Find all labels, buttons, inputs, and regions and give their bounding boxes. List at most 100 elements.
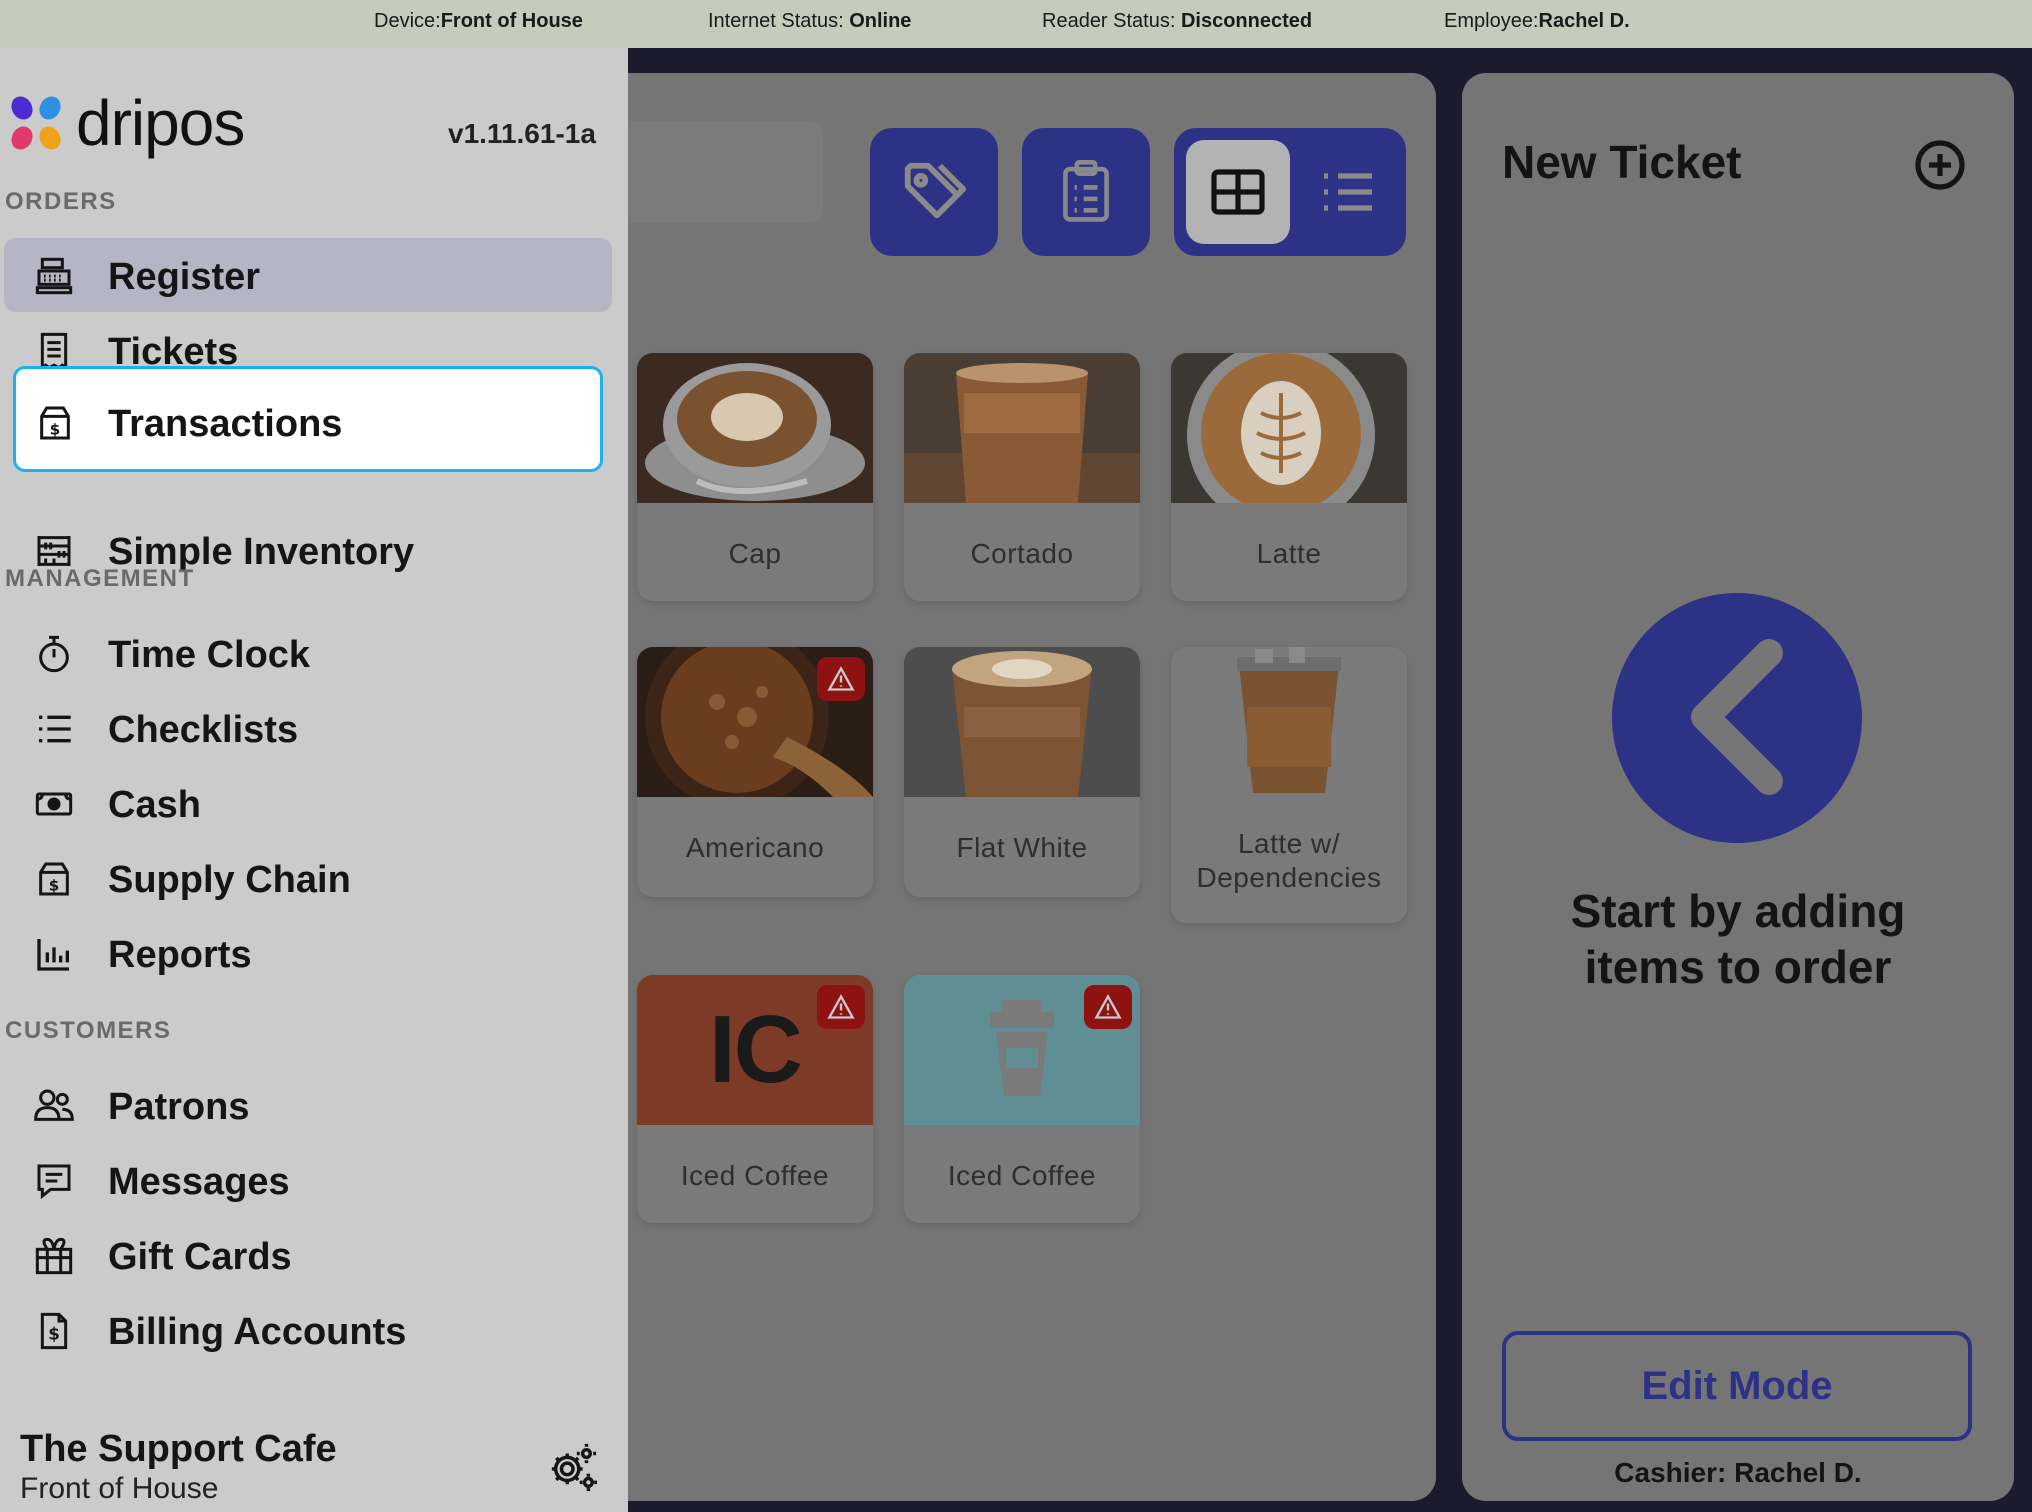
sidebar-item-label: Patrons: [108, 1086, 250, 1128]
sidebar-item-register[interactable]: Register: [4, 238, 612, 312]
product-name: Americano: [685, 832, 825, 863]
app-version: v1.11.61-1a: [448, 118, 596, 149]
warning-icon: [827, 994, 855, 1019]
ticket-title: New Ticket: [1502, 136, 1742, 188]
sidebar-item-label: Checklists: [108, 709, 299, 751]
flat-white-image: [904, 647, 1140, 797]
iced-coffee-cup-image: [904, 975, 1140, 1125]
ticket-panel: New Ticket Start by adding items to orde…: [1462, 73, 2014, 1501]
products-panel: Cap Cortado Latte Americano Flat White L…: [628, 73, 1436, 1501]
device-status: Device:Front of House: [374, 10, 583, 32]
warning-badge: [1084, 985, 1132, 1029]
warning-icon: [1094, 994, 1122, 1019]
grid-icon: [1211, 169, 1265, 215]
edit-mode-button[interactable]: Edit Mode: [1502, 1331, 1972, 1441]
brand-name: dripos: [76, 87, 245, 159]
product-name: Latte: [1256, 538, 1322, 569]
grid-view-button[interactable]: [1186, 140, 1290, 244]
warning-badge: [817, 657, 865, 701]
clipboard-icon: [1063, 160, 1109, 222]
logo-icon: [11, 96, 61, 150]
svg-text:$: $: [48, 1324, 60, 1343]
tag-icon: [904, 162, 967, 219]
dripos-logo: dripos: [8, 86, 245, 160]
ic-initials: IC: [709, 996, 803, 1103]
section-customers: CUSTOMERS: [5, 1017, 172, 1044]
empty-ticket-message: Start by adding items to order: [1570, 885, 1906, 993]
sidebar-item-label: Billing Accounts: [108, 1311, 407, 1353]
americano-image: [637, 647, 873, 797]
sidebar-item-checklists[interactable]: Checklists: [4, 691, 612, 765]
sidebar-item-patrons[interactable]: Patrons: [4, 1068, 612, 1142]
sidebar-item-supply-chain[interactable]: $ Supply Chain: [4, 841, 612, 915]
product-tile-cap[interactable]: Cap: [637, 353, 873, 601]
sidebar-item-cash[interactable]: Cash: [4, 766, 612, 840]
list-view-button[interactable]: [1302, 140, 1394, 244]
section-orders: ORDERS: [5, 188, 117, 215]
product-name: Cortado: [970, 538, 1074, 569]
list-icon: [39, 715, 71, 743]
gift-icon: [35, 1237, 73, 1275]
product-tile-americano[interactable]: Americano: [637, 647, 873, 897]
banknote-icon: [35, 792, 73, 816]
view-toggle: [1174, 128, 1406, 256]
product-tile-cortado[interactable]: Cortado: [904, 353, 1140, 601]
sidebar: dripos v1.11.61-1a ORDERS Register Ticke…: [0, 48, 628, 1512]
cash-register-icon: [35, 257, 73, 295]
add-circle-icon[interactable]: [1914, 139, 1966, 191]
coffee-cup-icon: [990, 1000, 1054, 1096]
section-management: MANAGEMENT: [5, 565, 195, 592]
sidebar-item-label: Supply Chain: [108, 859, 351, 901]
sidebar-item-time-clock[interactable]: Time Clock: [4, 616, 612, 690]
sidebar-item-label: Register: [108, 256, 261, 298]
warning-icon: [827, 666, 855, 691]
reader-status: Reader Status: Disconnected: [1042, 10, 1313, 32]
list-icon: [1324, 173, 1372, 211]
chevron-left-icon: [1691, 639, 1783, 795]
stopwatch-icon: [39, 635, 69, 673]
warning-badge: [817, 985, 865, 1029]
sidebar-item-label: Time Clock: [108, 634, 311, 676]
cap-image: [637, 353, 873, 503]
product-tile-iced-coffee-ic[interactable]: IC Iced Coffee: [637, 975, 873, 1223]
receipt-icon: [40, 332, 68, 371]
latte-dependencies-image: [1171, 647, 1407, 797]
product-name: Flat White: [956, 832, 1088, 863]
product-name: Cap: [728, 538, 782, 569]
cortado-image: [904, 353, 1140, 503]
sidebar-item-label: Gift Cards: [108, 1236, 292, 1278]
iced-coffee-ic-image: IC: [637, 975, 873, 1125]
discount-button[interactable]: [870, 128, 998, 256]
sidebar-item-messages[interactable]: Messages: [4, 1143, 612, 1217]
latte-image: [1171, 353, 1407, 503]
cafe-name: The Support Cafe: [20, 1428, 337, 1470]
sidebar-item-transactions[interactable]: $ Transactions: [13, 366, 603, 472]
internet-status: Internet Status: Online: [708, 10, 912, 32]
status-bar: Device:Front of House Internet Status: O…: [0, 0, 2032, 48]
svg-text:$: $: [50, 421, 60, 439]
cashier-label: Cashier: Rachel D.: [1614, 1457, 1862, 1488]
sidebar-item-label: Messages: [108, 1161, 290, 1203]
product-name: Iced Coffee: [947, 1160, 1097, 1191]
sidebar-item-label: Cash: [108, 784, 201, 826]
sidebar-item-billing-accounts[interactable]: $ Billing Accounts: [4, 1293, 612, 1367]
sidebar-item-gift-cards[interactable]: Gift Cards: [4, 1218, 612, 1292]
svg-text:$: $: [49, 877, 59, 895]
product-tile-iced-coffee-cup[interactable]: Iced Coffee: [904, 975, 1140, 1223]
product-tile-latte[interactable]: Latte: [1171, 353, 1407, 601]
product-tile-latte-dependencies[interactable]: Latte w/ Dependencies: [1171, 647, 1407, 923]
employee-status: Employee:Rachel D.: [1444, 10, 1630, 32]
cafe-device: Front of House: [20, 1472, 219, 1505]
product-name: Iced Coffee: [680, 1160, 830, 1191]
gears-icon[interactable]: [548, 1442, 598, 1492]
search-bar[interactable]: [628, 121, 823, 223]
message-icon: [37, 1164, 71, 1200]
sidebar-item-reports[interactable]: Reports: [4, 916, 612, 990]
register-main: Cap Cortado Latte Americano Flat White L…: [628, 48, 2032, 1512]
cash-box-icon: $: [40, 406, 70, 440]
product-tile-flat-white[interactable]: Flat White: [904, 647, 1140, 897]
sidebar-item-label: Transactions: [108, 403, 343, 445]
back-button[interactable]: [1612, 593, 1862, 843]
checklist-button[interactable]: [1022, 128, 1150, 256]
sidebar-item-label: Reports: [108, 934, 252, 976]
